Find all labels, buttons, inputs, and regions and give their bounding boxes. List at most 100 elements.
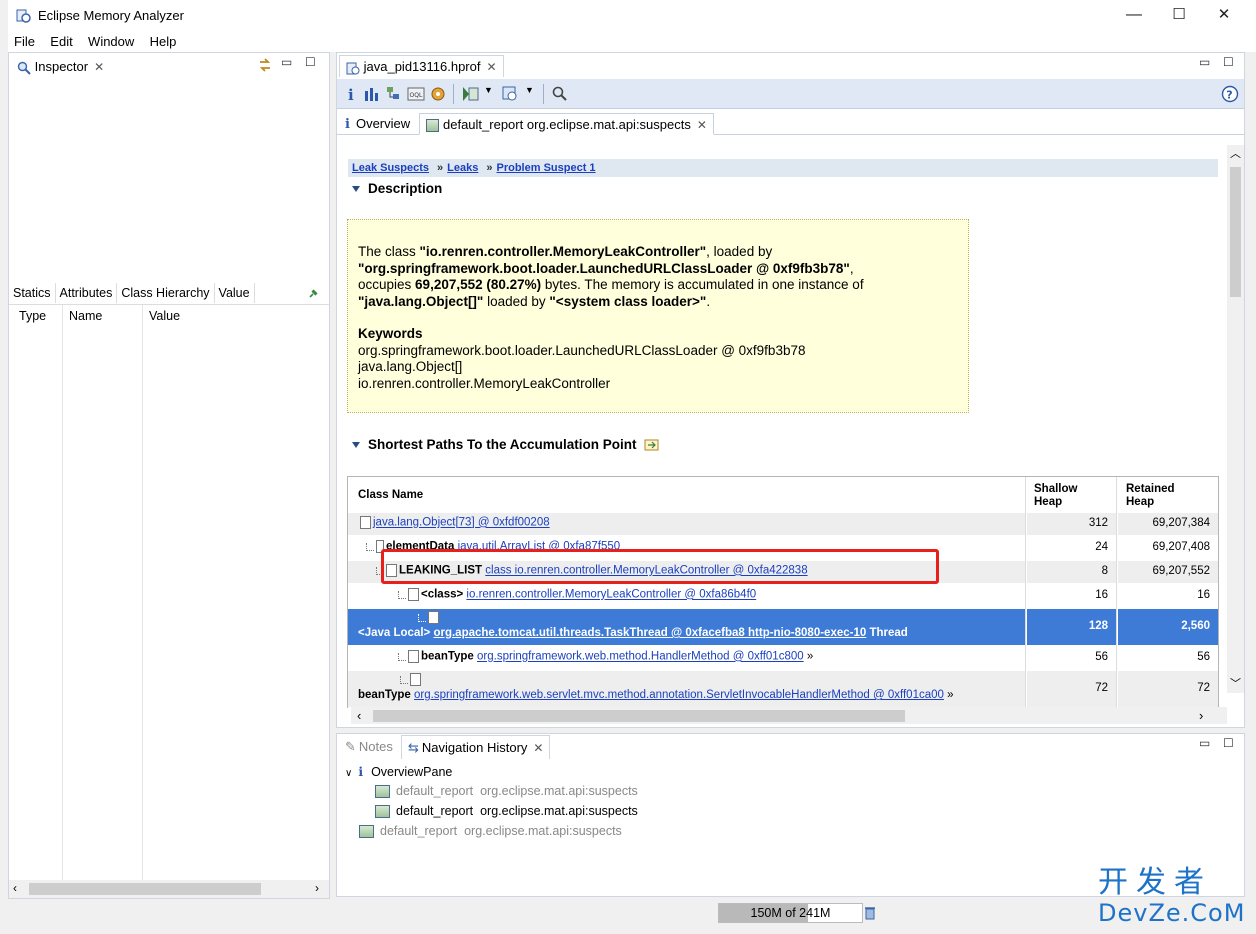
- menu-file[interactable]: File: [8, 32, 41, 49]
- close-icon[interactable]: ✕: [486, 60, 496, 74]
- query-browser-icon[interactable]: [501, 85, 519, 103]
- table-row[interactable]: <class> io.renren.controller.MemoryLeakC…: [348, 585, 1218, 607]
- keyword-item: java.lang.Object[]: [358, 359, 463, 374]
- history-item-report[interactable]: default_report org.eclipse.mat.api:suspe…: [375, 804, 638, 819]
- object-link[interactable]: io.renren.controller.MemoryLeakControlle…: [466, 589, 756, 601]
- horizontal-scrollbar[interactable]: ‹ ›: [9, 880, 329, 898]
- paths-table: Class Name Shallow Heap Retained Heap ja…: [347, 476, 1219, 708]
- report-icon: [375, 805, 390, 819]
- column-type[interactable]: Type: [19, 309, 46, 323]
- chevron-down-icon[interactable]: ▼: [484, 85, 493, 95]
- object-icon: [408, 650, 419, 663]
- breadcrumb-problem-suspect[interactable]: Problem Suspect 1: [497, 162, 596, 174]
- thread-overview-icon[interactable]: [429, 85, 447, 103]
- horizontal-scrollbar[interactable]: ‹ ›: [351, 707, 1227, 724]
- table-row[interactable]: beanType org.springframework.web.servlet…: [348, 671, 1218, 707]
- breadcrumb-leaks[interactable]: Leaks: [447, 162, 478, 174]
- tab-value[interactable]: Value: [215, 283, 255, 303]
- maximize-button[interactable]: ☐: [1157, 4, 1201, 28]
- minimize-view-icon[interactable]: ▭: [1199, 736, 1210, 750]
- scroll-thumb[interactable]: [1230, 167, 1241, 297]
- chevron-down-icon[interactable]: ∨: [345, 768, 352, 779]
- tab-statics[interactable]: Statics: [9, 283, 56, 303]
- object-link[interactable]: org.apache.tomcat.util.threads.TaskThrea…: [433, 627, 866, 639]
- inspector-tab[interactable]: Inspector ✕: [11, 55, 111, 79]
- scroll-down-icon[interactable]: ﹀: [1230, 675, 1241, 691]
- scroll-right-icon[interactable]: ›: [315, 881, 319, 895]
- close-icon[interactable]: ✕: [697, 118, 707, 132]
- report-icon: [359, 825, 374, 839]
- scroll-up-icon[interactable]: ︿: [1230, 145, 1241, 161]
- table-row-selected[interactable]: <Java Local> org.apache.tomcat.util.thre…: [348, 609, 1218, 645]
- tab-overview[interactable]: i Overview: [339, 113, 416, 135]
- maximize-view-icon[interactable]: ☐: [305, 55, 316, 69]
- tab-notes[interactable]: ✎ Notes: [339, 735, 399, 759]
- table-row[interactable]: java.lang.Object[73] @ 0xfdf00208 312 69…: [348, 513, 1218, 535]
- maximize-view-icon[interactable]: ☐: [1223, 736, 1234, 750]
- oql-icon[interactable]: OQL: [407, 85, 425, 103]
- menu-window[interactable]: Window: [82, 32, 140, 49]
- menu-edit[interactable]: Edit: [44, 32, 78, 49]
- history-item-report[interactable]: default_report org.eclipse.mat.api:suspe…: [359, 824, 622, 839]
- keyword-item: org.springframework.boot.loader.Launched…: [358, 342, 806, 358]
- svg-text:i: i: [348, 86, 354, 103]
- table-row[interactable]: beanType org.springframework.web.method.…: [348, 647, 1218, 669]
- histogram-icon[interactable]: [363, 85, 381, 103]
- minimize-button[interactable]: —: [1112, 4, 1156, 28]
- tab-attributes[interactable]: Attributes: [56, 283, 118, 303]
- scroll-thumb[interactable]: [373, 710, 905, 722]
- column-name[interactable]: Name: [69, 309, 102, 323]
- header-retained-heap[interactable]: Retained Heap: [1126, 483, 1196, 509]
- object-link[interactable]: org.springframework.web.servlet.mvc.meth…: [414, 689, 944, 701]
- run-report-icon[interactable]: [461, 85, 479, 103]
- heap-dump-tab[interactable]: java_pid13116.hprof ✕: [339, 55, 504, 77]
- help-icon[interactable]: ?: [1221, 85, 1239, 103]
- search-icon[interactable]: [551, 85, 569, 103]
- minimize-view-icon[interactable]: ▭: [281, 55, 292, 69]
- minimize-view-icon[interactable]: ▭: [1199, 55, 1210, 69]
- menu-help[interactable]: Help: [144, 32, 183, 49]
- chevron-down-icon[interactable]: ▼: [525, 85, 534, 95]
- dominator-tree-icon[interactable]: [385, 85, 403, 103]
- column-divider: [142, 305, 143, 880]
- maximize-view-icon[interactable]: ☐: [1223, 55, 1234, 69]
- scroll-left-icon[interactable]: ‹: [357, 708, 361, 723]
- collapse-triangle-icon[interactable]: [352, 442, 360, 449]
- header-class-name[interactable]: Class Name: [358, 489, 423, 501]
- object-link[interactable]: java.lang.Object[73] @ 0xfdf00208: [373, 517, 550, 529]
- object-link[interactable]: org.springframework.web.method.HandlerMe…: [477, 651, 804, 663]
- trash-icon[interactable]: [864, 906, 876, 920]
- history-item-overview[interactable]: ∨ i OverviewPane: [345, 764, 452, 779]
- open-in-tab-icon[interactable]: [644, 438, 660, 452]
- leak-class-name: "io.renren.controller.MemoryLeakControll…: [419, 244, 707, 259]
- tab-default-report[interactable]: default_report org.eclipse.mat.api:suspe…: [419, 113, 714, 135]
- close-window-button[interactable]: ✕: [1202, 4, 1246, 28]
- info-icon[interactable]: i: [343, 85, 361, 103]
- highlight-annotation-box: [381, 549, 939, 584]
- column-value[interactable]: Value: [149, 309, 180, 323]
- leak-bytes: 69,207,552 (80.27%): [415, 277, 542, 292]
- heap-status[interactable]: 150M of 241M: [718, 903, 863, 923]
- shortest-paths-section-header[interactable]: Shortest Paths To the Accumulation Point: [352, 437, 660, 452]
- inspector-tab-label: Inspector: [34, 59, 89, 74]
- breadcrumb-leak-suspects[interactable]: Leak Suspects: [352, 162, 429, 174]
- history-item-report[interactable]: default_report org.eclipse.mat.api:suspe…: [375, 784, 638, 799]
- description-section-header[interactable]: Description: [352, 181, 442, 196]
- scroll-thumb[interactable]: [29, 883, 261, 895]
- report-icon: [426, 119, 439, 133]
- heap-dump-tab-label: java_pid13116.hprof: [363, 59, 481, 74]
- scroll-left-icon[interactable]: ‹: [13, 881, 17, 895]
- vertical-scrollbar[interactable]: ︿ ﹀: [1227, 145, 1244, 693]
- tab-navigation-history[interactable]: ⇆ Navigation History ✕: [401, 735, 551, 759]
- pin-icon[interactable]: [307, 288, 319, 300]
- keyword-item: io.renren.controller.MemoryLeakControlle…: [358, 375, 611, 391]
- field-name: <class>: [421, 588, 464, 601]
- close-icon[interactable]: ✕: [94, 60, 104, 74]
- link-with-editor-icon[interactable]: [257, 57, 273, 73]
- close-icon[interactable]: ✕: [533, 741, 543, 755]
- collapse-triangle-icon[interactable]: [352, 186, 360, 193]
- header-shallow-heap[interactable]: Shallow Heap: [1034, 483, 1104, 509]
- shallow-heap-cell: 312: [1027, 513, 1116, 535]
- tab-class-hierarchy[interactable]: Class Hierarchy: [117, 283, 215, 303]
- scroll-right-icon[interactable]: ›: [1199, 708, 1203, 723]
